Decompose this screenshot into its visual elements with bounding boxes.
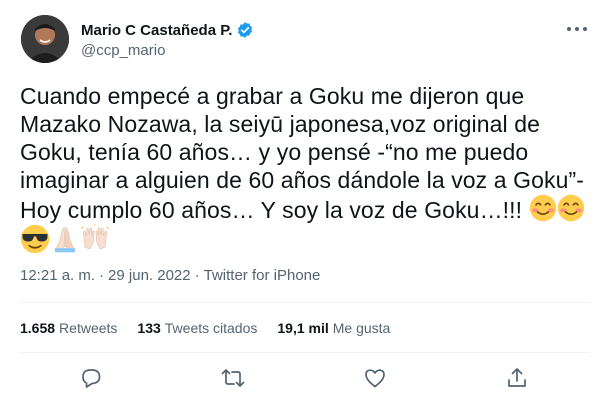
retweet-icon[interactable] <box>221 366 245 390</box>
quotes-stat[interactable]: 133 Tweets citados <box>137 320 257 336</box>
more-options-icon[interactable] <box>567 22 587 36</box>
tweet-stats: 1.658 Retweets 133 Tweets citados 19,1 m… <box>20 320 410 336</box>
tweet-meta: 12:21 a. m. · 29 jun. 2022 · Twitter for… <box>20 267 320 284</box>
divider <box>20 352 590 353</box>
tweet-source[interactable]: Twitter for iPhone <box>204 267 321 284</box>
likes-stat[interactable]: 19,1 mil Me gusta <box>277 320 390 336</box>
divider <box>20 302 590 303</box>
tweet-body: Cuando empecé a grabar a Goku me dijeron… <box>20 83 585 223</box>
author-display-name[interactable]: Mario C Castañeda P. <box>81 22 232 39</box>
avatar[interactable] <box>21 15 69 63</box>
smiling-face-icon <box>557 194 584 222</box>
reply-icon[interactable] <box>79 366 103 390</box>
author-handle[interactable]: @ccp_mario <box>81 42 165 59</box>
meta-separator: · <box>194 267 200 284</box>
retweets-stat[interactable]: 1.658 Retweets <box>20 320 117 336</box>
tweet-time[interactable]: 12:21 a. m. <box>20 267 95 284</box>
author-name-row[interactable]: Mario C Castañeda P. <box>81 21 254 39</box>
raised-hands-icon <box>81 224 109 250</box>
verified-badge-icon <box>236 21 254 39</box>
smiling-face-icon <box>529 194 556 222</box>
retweets-label: Retweets <box>59 320 118 336</box>
likes-count: 19,1 mil <box>277 320 329 336</box>
emoji-row <box>20 224 110 254</box>
share-icon[interactable] <box>505 366 529 390</box>
retweets-count: 1.658 <box>20 320 56 336</box>
action-bar <box>0 364 608 392</box>
tweet-text: Cuando empecé a grabar a Goku me dijeron… <box>20 82 590 224</box>
tweet-card: Mario C Castañeda P. @ccp_mario Cuando e… <box>0 0 608 403</box>
like-icon[interactable] <box>363 366 387 390</box>
likes-label: Me gusta <box>332 320 391 336</box>
quotes-label: Tweets citados <box>164 320 258 336</box>
sunglasses-face-icon <box>20 224 50 254</box>
tweet-date[interactable]: 29 jun. 2022 <box>108 267 191 284</box>
meta-separator: · <box>99 267 105 284</box>
quotes-count: 133 <box>137 320 161 336</box>
folded-hands-icon <box>55 226 75 253</box>
